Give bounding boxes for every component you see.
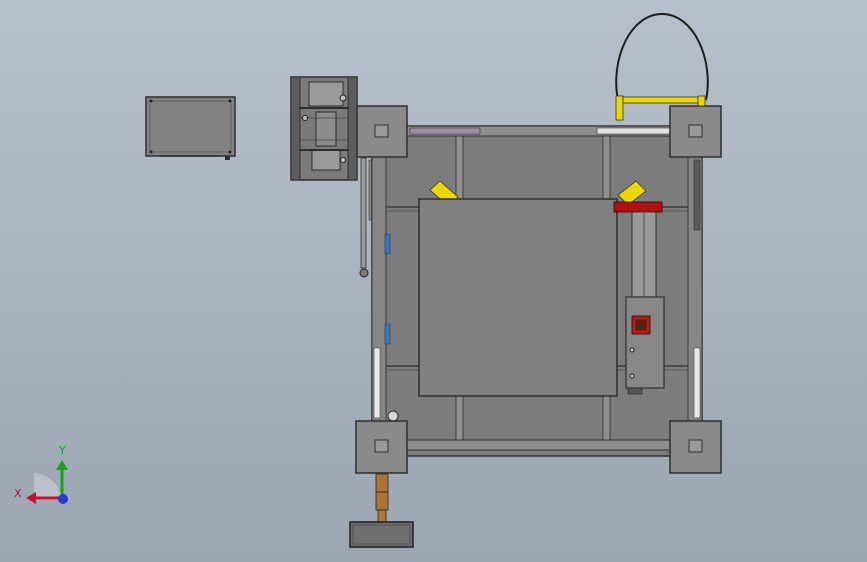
corner-pad-bottom-left bbox=[355, 420, 408, 474]
control-box bbox=[145, 96, 236, 160]
y-axis-head bbox=[56, 460, 68, 470]
center-platform bbox=[418, 198, 618, 397]
hoop-handle bbox=[615, 12, 709, 121]
x-axis-label: X bbox=[14, 487, 22, 500]
z-axis-dot bbox=[58, 494, 68, 504]
corner-pad-top-left bbox=[356, 105, 408, 158]
corner-pad-bottom-right bbox=[669, 420, 722, 474]
foot-pedal bbox=[349, 473, 414, 548]
hanging-rod bbox=[359, 157, 374, 278]
corner-pad-top-right bbox=[669, 105, 722, 158]
cad-viewport[interactable]: Y X bbox=[0, 0, 867, 562]
y-axis-label: Y bbox=[58, 444, 66, 457]
x-axis-head bbox=[26, 492, 36, 504]
triad-plane bbox=[34, 473, 62, 500]
motor-assembly bbox=[290, 76, 358, 181]
coordinate-triad: Y X bbox=[14, 444, 68, 504]
